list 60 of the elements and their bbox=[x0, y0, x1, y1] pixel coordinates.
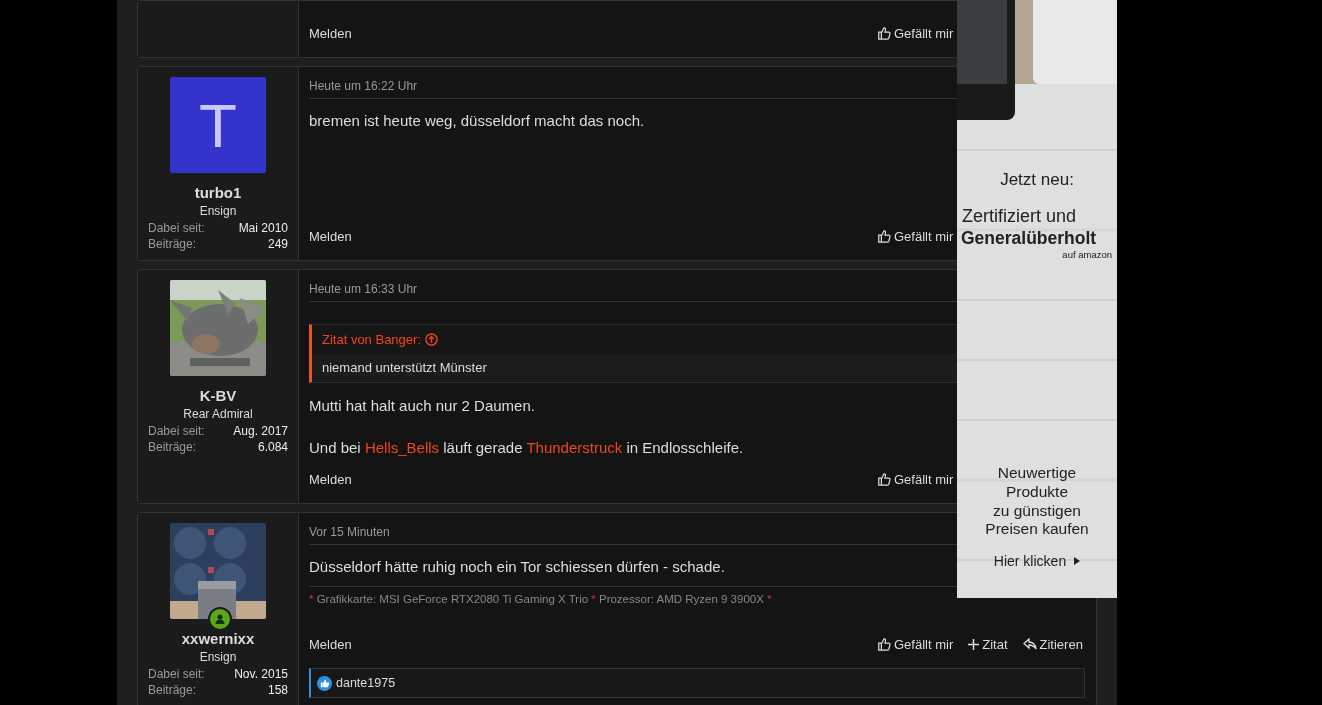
ad-text: Preisen kaufen bbox=[985, 520, 1089, 539]
reaction-user[interactable]: dante1975 bbox=[336, 676, 396, 690]
user-rank: Rear Admiral bbox=[183, 406, 253, 423]
username[interactable]: turbo1 bbox=[194, 183, 242, 202]
stat-label: Beiträge: bbox=[148, 236, 197, 252]
like-button[interactable]: Gefällt mir bbox=[877, 636, 954, 652]
stat-label: Dabei seit: bbox=[148, 666, 205, 682]
ad-title: Zertifiziert und bbox=[962, 206, 1077, 228]
signature-text: * Grafikkarte: MSI GeForce RTX2080 Ti Gaming X Trio * Prozessor: AMD Ryzen 9 3900X * bbox=[309, 593, 772, 605]
ad-cta[interactable]: Hier klicken bbox=[993, 552, 1081, 570]
reply-icon bbox=[1022, 638, 1037, 650]
like-icon bbox=[317, 675, 332, 691]
post-text: Düsseldorf hätte ruhig noch ein Tor schiessen dürfen - schade. bbox=[309, 557, 725, 577]
stat-label: Dabei seit: bbox=[148, 220, 205, 236]
report-button[interactable]: Melden bbox=[309, 25, 352, 41]
stat-value: Nov. 2015 bbox=[234, 666, 288, 682]
thumbs-up-icon bbox=[877, 637, 891, 651]
stat-label: Beiträge: bbox=[148, 439, 197, 455]
plus-icon bbox=[968, 638, 980, 650]
user-rank: Ensign bbox=[199, 649, 237, 666]
ad-title-bold: Generalüberholt bbox=[961, 228, 1097, 249]
ad-text: Produkte bbox=[1005, 482, 1068, 502]
ad-text: Neuwertige bbox=[997, 464, 1077, 483]
stat-value: Mai 2010 bbox=[238, 220, 288, 236]
quote-author[interactable]: Zitat von Banger: bbox=[322, 332, 421, 347]
post-date[interactable]: Heute um 16:33 Uhr bbox=[309, 282, 418, 296]
thumbs-up-icon bbox=[877, 472, 891, 486]
ad-source: auf amazon bbox=[1062, 249, 1112, 261]
play-icon bbox=[1074, 557, 1081, 566]
post-date[interactable]: Heute um 16:22 Uhr bbox=[309, 79, 418, 93]
username[interactable]: xxwernixx bbox=[181, 629, 255, 648]
report-button[interactable]: Melden bbox=[309, 228, 352, 244]
user-rank: Ensign bbox=[199, 203, 237, 220]
like-button[interactable]: Gefällt mir bbox=[877, 228, 954, 244]
stat-value: 249 bbox=[267, 236, 288, 252]
post-text: Und bei Hells_Bells läuft gerade Thunderstruck in Endlosschleife. bbox=[309, 438, 744, 458]
reply-button[interactable]: Zitieren bbox=[1022, 636, 1083, 652]
post-date[interactable]: Vor 15 Minuten bbox=[309, 525, 390, 539]
stat-value: Aug. 2017 bbox=[233, 423, 288, 439]
report-button[interactable]: Melden bbox=[309, 471, 352, 487]
add-button[interactable]: Zitat bbox=[968, 636, 1008, 652]
stat-value: 6.084 bbox=[257, 439, 288, 455]
like-button[interactable]: Gefällt mir bbox=[877, 25, 954, 41]
ad-text: zu günstigen bbox=[993, 501, 1081, 521]
text-link[interactable]: Hells_Bells bbox=[364, 439, 440, 456]
ad-headline: Jetzt neu: bbox=[1000, 170, 1074, 191]
post-text: bremen ist heute weg, düsseldorf macht das noch. bbox=[309, 111, 645, 131]
stat-value: 158 bbox=[267, 682, 288, 698]
post-text: Mutti hat halt auch nur 2 Daumen. bbox=[309, 396, 535, 416]
text-link[interactable]: Thunderstruck bbox=[526, 439, 623, 456]
username[interactable]: K-BV bbox=[199, 386, 237, 405]
thumbs-up-icon bbox=[877, 26, 891, 40]
report-button[interactable]: Melden bbox=[309, 636, 352, 652]
like-button[interactable]: Gefällt mir bbox=[877, 471, 954, 487]
thumbs-up-icon bbox=[877, 229, 891, 243]
letter-avatar[interactable]: T bbox=[170, 77, 266, 173]
advertisement-banner[interactable]: Jetzt neu: Zertifiziert und Generalüberholt auf amazon Neuwertige Produkte zu günstigen Preisen kaufen Hier klicken bbox=[957, 0, 1117, 598]
arrow-up-icon[interactable] bbox=[425, 333, 438, 346]
stat-label: Beiträge: bbox=[148, 682, 197, 698]
stat-label: Dabei seit: bbox=[148, 423, 205, 439]
